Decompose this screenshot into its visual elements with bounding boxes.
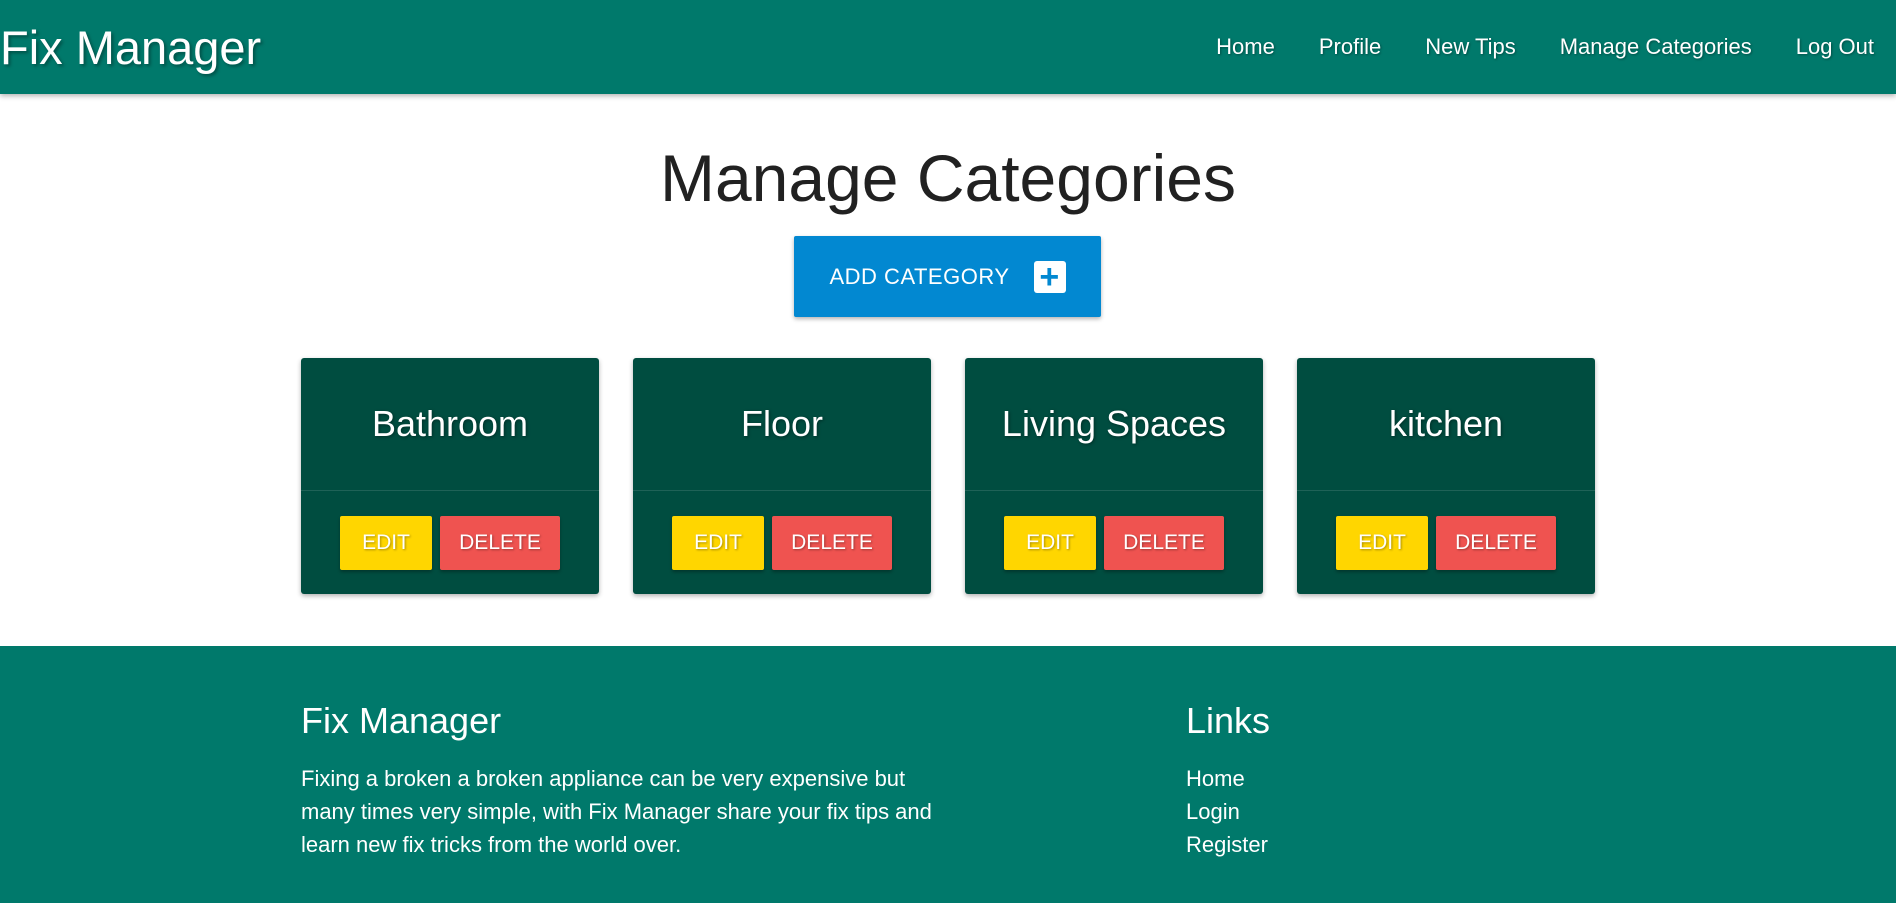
card-actions: EDIT DELETE (1297, 516, 1595, 570)
footer-link-home[interactable]: Home (1186, 762, 1268, 795)
category-cards: Bathroom EDIT DELETE Floor EDIT DELETE L… (301, 358, 1595, 594)
delete-button[interactable]: DELETE (1436, 516, 1556, 570)
category-card: Living Spaces EDIT DELETE (965, 358, 1263, 594)
delete-button[interactable]: DELETE (772, 516, 892, 570)
edit-button[interactable]: EDIT (1336, 516, 1428, 570)
add-category-label: ADD CATEGORY (829, 263, 1010, 289)
footer-links: Home Login Register (1186, 762, 1268, 861)
nav-link-log-out[interactable]: Log Out (1774, 34, 1896, 60)
footer-description: Fixing a broken a broken appliance can b… (301, 766, 932, 857)
nav-link-home[interactable]: Home (1194, 34, 1297, 60)
edit-button[interactable]: EDIT (1004, 516, 1096, 570)
plus-icon: + (1033, 260, 1066, 294)
add-category-button[interactable]: ADD CATEGORY + (794, 236, 1101, 317)
nav-link-manage-categories[interactable]: Manage Categories (1538, 34, 1774, 60)
category-name: Living Spaces (965, 358, 1263, 491)
category-name: Bathroom (301, 358, 599, 491)
footer: Fix Manager Fixing a broken a broken app… (0, 646, 1896, 903)
card-actions: EDIT DELETE (633, 516, 931, 570)
category-card: Floor EDIT DELETE (633, 358, 931, 594)
category-name: Floor (633, 358, 931, 491)
category-card: kitchen EDIT DELETE (1297, 358, 1595, 594)
brand-logo[interactable]: Fix Manager (0, 18, 261, 78)
category-name: kitchen (1297, 358, 1595, 491)
edit-button[interactable]: EDIT (672, 516, 764, 570)
card-actions: EDIT DELETE (301, 516, 599, 570)
page-title: Manage Categories (659, 141, 1237, 215)
footer-title: Fix Manager (301, 700, 502, 741)
footer-link-register[interactable]: Register (1186, 828, 1268, 861)
nav-links: Home Profile New Tips Manage Categories … (1194, 0, 1896, 94)
category-card: Bathroom EDIT DELETE (301, 358, 599, 594)
card-actions: EDIT DELETE (965, 516, 1263, 570)
delete-button[interactable]: DELETE (440, 516, 560, 570)
delete-button[interactable]: DELETE (1104, 516, 1224, 570)
nav-link-new-tips[interactable]: New Tips (1403, 34, 1537, 60)
navbar: Fix Manager Home Profile New Tips Manage… (0, 0, 1896, 94)
footer-links-title: Links (1186, 700, 1271, 741)
nav-link-profile[interactable]: Profile (1297, 34, 1403, 60)
edit-button[interactable]: EDIT (340, 516, 432, 570)
footer-link-login[interactable]: Login (1186, 795, 1268, 828)
